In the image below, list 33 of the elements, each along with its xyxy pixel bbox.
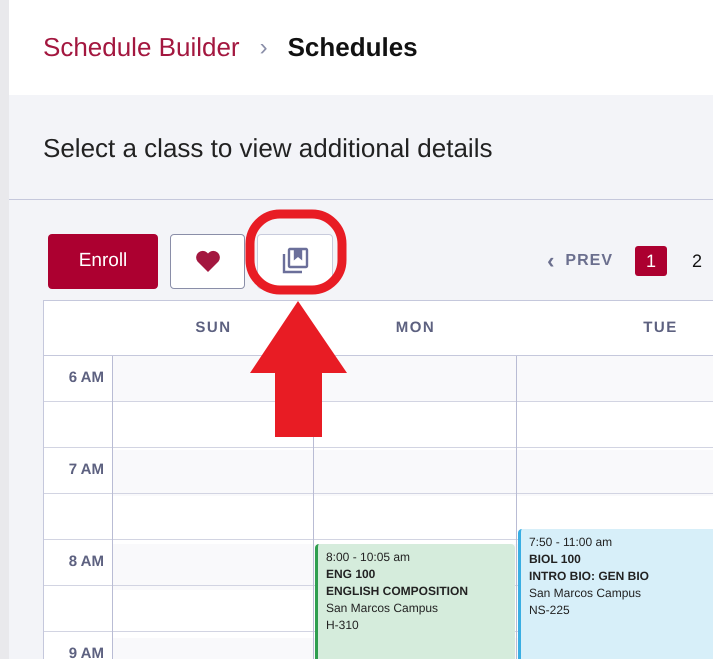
event-title: INTRO BIO: GEN BIO	[529, 568, 650, 585]
event-time: 8:00 - 10:05 am	[326, 549, 412, 566]
prev-button[interactable]: ‹ PREV	[547, 249, 613, 273]
save-button[interactable]	[257, 234, 333, 288]
class-event[interactable]: 7:50 - 11:00 am BIOL 100 INTRO BIO: GEN BIO San Marcos Campus NS-225	[518, 528, 713, 659]
day-header: SUN	[194, 318, 233, 338]
breadcrumb-separator: ›	[260, 32, 268, 62]
favorite-button[interactable]	[170, 234, 245, 288]
time-label: 7 AM	[68, 460, 104, 480]
instruction-heading: Select a class to view additional details	[9, 95, 713, 200]
event-code: BIOL 100	[529, 550, 582, 568]
page-title: Schedules	[288, 31, 418, 64]
chevron-icon: ‹	[547, 252, 556, 270]
class-event[interactable]: 8:00 - 10:05 am ENG 100 ENGLISH COMPOSITION San Marcos Campus H-310	[315, 544, 515, 659]
event-time: 7:50 - 11:00 am	[529, 534, 614, 551]
heart-icon	[194, 250, 220, 272]
breadcrumb-link[interactable]: Schedule Builder	[43, 28, 240, 67]
day-header: MON	[394, 318, 436, 338]
enroll-button[interactable]: Enroll	[48, 234, 158, 288]
time-label: 6 AM	[68, 368, 104, 388]
event-room: NS-225	[529, 602, 571, 619]
event-room: H-310	[326, 617, 360, 634]
page-button[interactable]: 1	[635, 246, 667, 276]
prev-label: PREV	[565, 251, 613, 271]
time-label: 8 AM	[68, 552, 104, 572]
time-label: 9 AM	[68, 644, 104, 659]
event-campus: San Marcos Campus	[529, 584, 642, 602]
page-button[interactable]: 2	[681, 246, 713, 276]
bookmark-icon	[281, 247, 309, 275]
day-header: TUE	[642, 318, 679, 338]
event-title: ENGLISH COMPOSITION	[326, 583, 470, 600]
event-code: ENG 100	[326, 566, 376, 583]
event-campus: San Marcos Campus	[326, 600, 440, 617]
